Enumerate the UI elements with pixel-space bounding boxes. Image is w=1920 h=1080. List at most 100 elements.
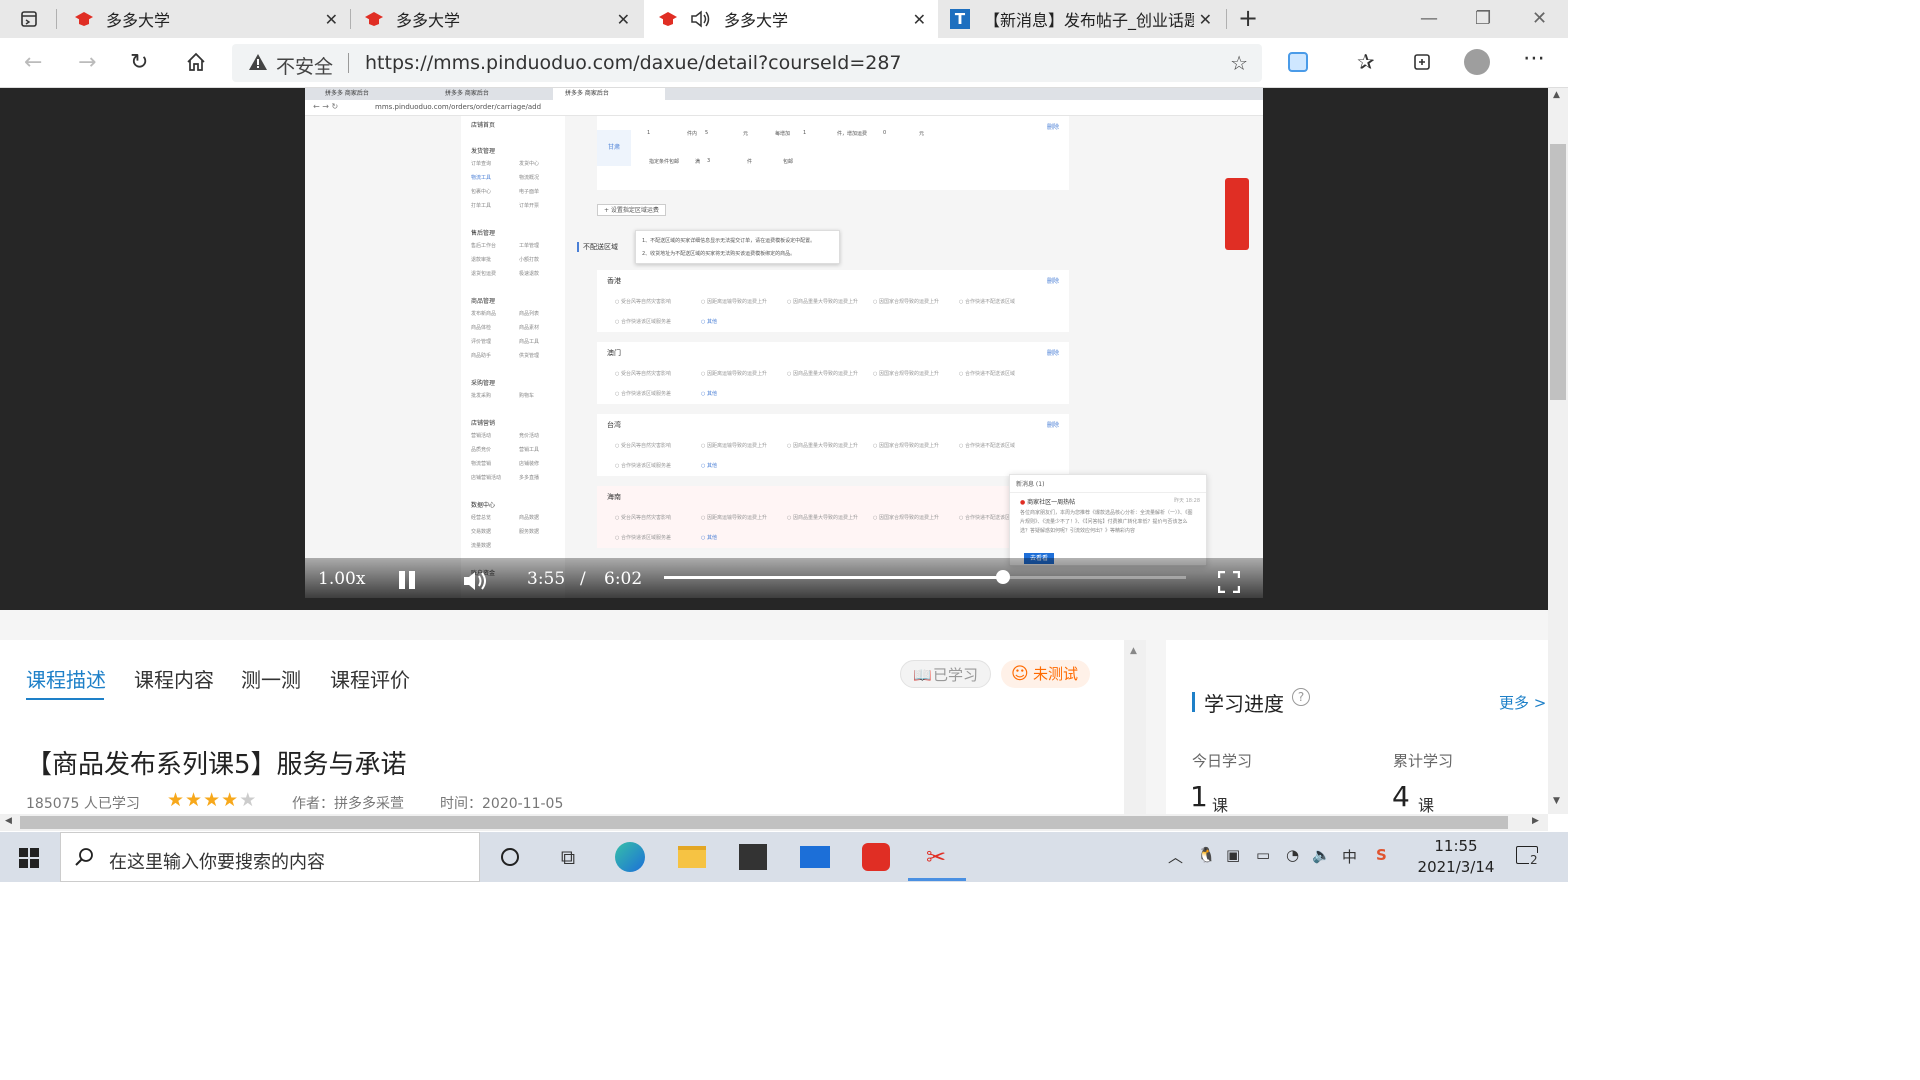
file-explorer-icon[interactable] [676,842,708,872]
time-separator: / [580,569,586,589]
recorded-sidebar-item: 商品助手 [471,353,492,359]
tray-app-icon[interactable]: ▣ [1226,846,1240,864]
page-horizontal-scrollbar[interactable]: ◀ ▶ [0,814,1548,831]
recorded-label: 件 [747,159,753,165]
tab-course-review[interactable]: 课程评价 [330,664,410,693]
browser-tab-1[interactable]: 多多大学 ✕ [58,0,350,38]
cortana-icon[interactable] [494,842,526,872]
recorded-add-region-button: + 设置指定区域运费 [597,204,666,216]
page-vertical-scrollbar[interactable]: ▲ ▼ [1548,88,1568,814]
recorded-sidebar-item: 批发采购 [471,393,492,399]
show-hidden-icons[interactable]: ︿ [1168,846,1183,867]
vertical-scroll-thumb[interactable] [1550,144,1566,400]
recorded-sidebar-item: 经营总览 [471,515,492,521]
address-bar[interactable]: 不安全 https://mms.pinduoduo.com/daxue/deta… [232,44,1262,82]
total-unit: 课 [1418,796,1435,815]
tab-course-description[interactable]: 课程描述 [26,664,106,693]
minimize-icon[interactable]: — [1420,8,1438,29]
tab-quiz[interactable]: 测一测 [241,664,301,693]
scroll-up-icon[interactable]: ▲ [1553,90,1560,100]
new-tab-icon[interactable]: + [1238,4,1258,32]
browser-tab-2[interactable]: 多多大学 ✕ [352,0,642,38]
snipping-tool-icon[interactable]: ✂ [920,842,952,872]
help-icon[interactable]: ? [1292,688,1310,706]
learned-label: 已学习 [933,666,979,684]
speaker-icon[interactable]: 🔈 [1312,846,1331,864]
today-value: 1 [1190,780,1208,813]
url-text[interactable]: https://mms.pinduoduo.com/daxue/detail?c… [365,52,902,74]
close-tab-icon[interactable]: ✕ [325,10,338,29]
horizontal-scroll-thumb[interactable] [20,816,1508,829]
favorites-icon[interactable]: ✰ [1357,50,1375,74]
scroll-down-icon[interactable]: ▼ [1553,796,1560,806]
close-tab-icon[interactable]: ✕ [913,10,926,29]
recorded-label: 件，增加运费 [837,131,868,137]
recorded-sidebar-heading: 售后管理 [471,230,496,237]
tab-actions-button[interactable] [0,0,52,38]
sogou-ime-icon[interactable]: S [1376,846,1387,864]
rating-stars: ★★★★★ [167,789,257,811]
reload-icon[interactable]: ↻ [130,50,148,75]
recorded-option: ○ 因商品重量大导致的运费上升 [787,299,858,305]
task-view-icon[interactable]: ⧉ [552,842,584,872]
add-favorite-icon[interactable]: ☆ [1230,51,1248,75]
ime-indicator[interactable]: 中 [1342,846,1357,867]
close-tab-icon[interactable]: ✕ [617,10,630,29]
test-status-button[interactable]: ☺ 未测试 [1001,660,1091,688]
recorded-label: 满 [695,159,701,165]
inner-scrollbar[interactable]: ▲ [1124,640,1146,814]
recorded-notice-body: 各位商家朋友们，本周为您推荐《爆款选品核心分析：全流量解析（一）》、《图片规则》… [1020,510,1193,534]
recorded-address-bar: ← → ↻ mms.pinduoduo.com/orders/order/car… [305,100,1263,116]
collections-icon[interactable] [1411,51,1433,73]
browser-tab-3-active[interactable]: 多多大学 ✕ [644,0,938,38]
forward-icon[interactable]: → [78,50,96,75]
system-clock[interactable]: 11:55 2021/3/14 [1408,836,1504,878]
edge-browser-icon[interactable] [614,842,646,872]
pinduoduo-app-icon[interactable] [860,842,892,872]
recorded-region-card: 台湾 删除 ○ 受台风等自然灾害影响 ○ 因距离运输导致的运费上升 ○ 因商品重量大导致… [597,414,1069,476]
profile-avatar[interactable] [1464,49,1490,75]
mail-icon[interactable] [799,842,831,872]
taskbar-search-box[interactable]: 在这里输入你要搜索的内容 [60,832,480,882]
windows-start-icon[interactable] [19,848,39,868]
extension-icon[interactable] [1288,52,1308,72]
scroll-left-icon[interactable]: ◀ [5,816,12,826]
playback-speed[interactable]: 1.00x [318,569,365,589]
more-menu-icon[interactable]: ⋯ [1523,46,1545,71]
recorded-region-card: 甘肃 1 件内 5 元 每增加 1 件，增加运费 0 元 指定条件包邮 满 3 … [597,116,1069,190]
recorded-free-condition: 指定条件包邮 [649,159,680,165]
browser-tab-4[interactable]: T 【新消息】发布帖子_创业话题_| ✕ [940,0,1224,38]
security-label[interactable]: 不安全 [276,52,333,79]
recorded-url: mms.pinduoduo.com/orders/order/carriage/… [375,103,542,111]
volume-icon[interactable] [462,569,490,593]
home-icon[interactable] [186,52,206,72]
address-toolbar: ← → ↻ 不安全 https://mms.pinduoduo.com/daxu… [0,38,1568,88]
close-tab-icon[interactable]: ✕ [1199,10,1212,29]
progress-handle[interactable] [996,570,1011,584]
back-icon[interactable]: ← [24,50,42,75]
scroll-up-icon[interactable]: ▲ [1130,646,1137,656]
recorded-full-value: 3 [707,158,711,164]
battery-icon[interactable]: ▭ [1256,846,1270,864]
recorded-sidebar-heading: 商品管理 [471,298,496,305]
network-icon[interactable]: ◔ [1286,846,1299,864]
restore-icon[interactable]: ❐ [1475,8,1491,29]
store-icon[interactable] [737,842,769,872]
warning-icon[interactable] [248,52,268,72]
pause-icon[interactable] [398,570,416,590]
audio-playing-icon[interactable] [690,9,712,29]
pdd-university-icon [659,12,677,26]
video-player[interactable]: 拼多多 商家后台 拼多多 商家后台 拼多多 商家后台 ← → ↻ mms.pin… [0,88,1548,610]
learned-status-button[interactable]: 📖 已学习 [900,660,992,688]
close-window-icon[interactable]: ✕ [1532,8,1547,29]
scroll-right-icon[interactable]: ▶ [1532,816,1539,826]
notification-center-icon[interactable]: 2 [1516,846,1539,867]
tab-course-content[interactable]: 课程内容 [134,664,214,693]
qq-icon[interactable]: 🐧 [1197,846,1216,864]
recorded-tab: 拼多多 商家后台 [445,90,489,97]
progress-bar[interactable] [664,570,1186,584]
recorded-option: ○ 因商品重量大导致的运费上升 [787,515,858,521]
more-link[interactable]: 更多 > [1499,692,1546,713]
fullscreen-icon[interactable] [1218,571,1240,593]
duration: 6:02 [604,569,643,589]
